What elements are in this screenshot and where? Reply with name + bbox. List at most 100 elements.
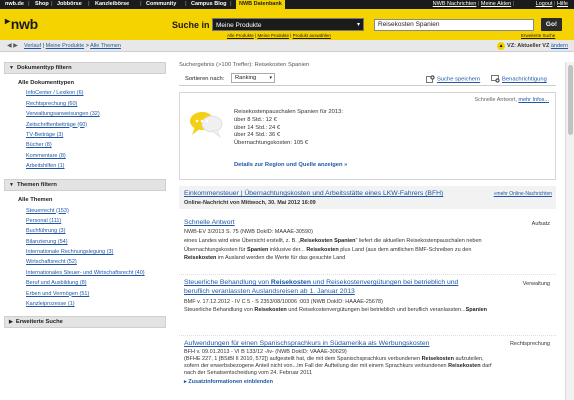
scrollbar[interactable] — [565, 62, 574, 400]
chevron-down-icon: ▾ — [356, 22, 360, 28]
top-nav: nwb.de | Shop | Jobbörse | Kanzleibörse … — [0, 0, 574, 9]
breadcrumb-meine-produkte[interactable]: Meine Produkte — [46, 43, 85, 49]
more-online-news-link[interactable]: »mehr Online-Nachrichten — [494, 191, 552, 197]
doc-filter-item[interactable]: Verwaltungsanweisungen (32) — [4, 107, 166, 117]
topic-filter-item[interactable]: Buchführung (3) — [4, 224, 166, 234]
logo-arrow-icon: ▸ — [5, 16, 10, 27]
scope-links: Alle Produkte | Meine Produkte | Produkt… — [227, 33, 331, 38]
results-heading: Suchergebnis (>100 Treffer): Reisekosten… — [179, 62, 310, 68]
topnav-jobboerse[interactable]: Jobbörse — [57, 0, 82, 9]
notification-button[interactable]: Benachrichtigung — [491, 75, 547, 83]
quick-answer-more-link[interactable]: mehr Infos... — [518, 97, 549, 103]
search-input[interactable]: Reisekosten Spanien — [374, 19, 534, 31]
search-scope-select[interactable]: Meine Produkte ▾ — [212, 18, 364, 31]
topnav-community[interactable]: Community — [146, 0, 176, 9]
result-snippet: eines Landes wird eine Übersicht erstell… — [184, 237, 496, 263]
save-search-button[interactable]: Suche speichern — [426, 75, 480, 83]
highlight-term: Reisekosten — [184, 255, 217, 262]
doc-filter-item[interactable]: TV-Beiträge (3) — [4, 128, 166, 138]
triangle-down-icon: ▼ — [9, 65, 14, 71]
text-fragment: eines Landes wird eine Übersicht erstell… — [184, 238, 301, 244]
topic-filter-item[interactable]: Bilanzierung (54) — [4, 234, 166, 245]
topic-filter-item[interactable]: Steuerrecht (153) — [4, 203, 166, 214]
topnav-nwb-datenbank[interactable]: NWB Datenbank — [236, 0, 285, 9]
breadcrumb-alle-themen[interactable]: Alle Themen — [90, 43, 121, 49]
result-title-link[interactable]: Aufwendungen für einen Spanischsprachkur… — [184, 340, 504, 349]
sort-label: Sortieren nach: — [185, 76, 225, 82]
highlight-term: Reisekosten Spanien — [300, 238, 356, 244]
result-subtitle: Online-Nachricht von Mittwoch, 30. Mai 2… — [184, 200, 316, 206]
help-link[interactable]: Hilfe — [557, 1, 568, 7]
result-meta: BMF v. 17.12.2012 - IV C 5 - S 2353/08/1… — [184, 299, 383, 305]
topic-filter-item[interactable]: Personal (111) — [4, 214, 166, 224]
extended-search-header[interactable]: ▶ Erweiterte Suche — [4, 316, 166, 329]
topic-filter-item[interactable]: Beruf und Ausbildung (8) — [4, 276, 166, 286]
back-forward-arrows-icon[interactable]: ◀ ▶ — [7, 40, 18, 52]
result-snippet: Steuerliche Behandlung von Reisekosten u… — [184, 306, 496, 315]
search-label: Suche in — [172, 20, 210, 30]
topnav-shop[interactable]: Shop — [35, 0, 49, 9]
topic-filter-item[interactable]: Internationales Steuer- und Wirtschaftsr… — [4, 265, 166, 276]
meine-akten-link[interactable]: Meine Akten — [481, 1, 511, 7]
doc-filter-item[interactable]: Kommentare (8) — [4, 148, 166, 159]
topnav-nwb-de[interactable]: nwb.de — [5, 0, 24, 9]
topic-filter-item[interactable]: Erben und Vermögen (51) — [4, 286, 166, 297]
result-title-link[interactable]: Schnelle Antwort — [184, 219, 484, 228]
text-fragment: Steuerliche Behandlung von — [184, 307, 255, 313]
highlight-term: Reisekosten — [270, 279, 311, 286]
doc-filter-item[interactable]: Bücher (8) — [4, 138, 166, 148]
topic-filter-header[interactable]: ▼ Themen filtern — [4, 179, 166, 192]
sort-select[interactable]: Ranking ▾ — [231, 73, 275, 83]
scope-all-products[interactable]: Alle Produkte — [227, 33, 254, 38]
doc-filter-all[interactable]: Alle Dokumenttypen — [4, 74, 166, 86]
header: ▸nwb Suche in Meine Produkte ▾ Alle Produ… — [0, 9, 574, 40]
breadcrumb: ◀ ▶ Verlauf | Meine Produkte > Alle Them… — [0, 40, 574, 52]
save-search-icon — [426, 75, 435, 83]
result-title-link[interactable]: Einkommensteuer | Übernachtungskosten un… — [184, 190, 443, 197]
result-type: Rechtsprechung — [509, 341, 550, 347]
scope-my-products[interactable]: Meine Produkte — [257, 33, 289, 38]
result-type: Verwaltung — [522, 281, 550, 287]
nwb-logo[interactable]: ▸nwb — [5, 16, 38, 32]
result-snippet: (BFHE 227, 1 [BStBl II 2010, 572]) aufge… — [184, 356, 496, 378]
vz-change-link[interactable]: ändern — [551, 43, 568, 49]
topic-filter-item[interactable]: Wirtschaftsrecht (52) — [4, 255, 166, 265]
result-title-link[interactable]: Steuerliche Behandlung von Reisekosten u… — [184, 279, 484, 296]
more-info-link[interactable]: ▸ Zusatzinformationen einblenden — [184, 379, 273, 385]
logout-link[interactable]: Logout — [536, 1, 553, 7]
nwb-nachrichten-link[interactable]: NWB Nachrichten — [433, 1, 477, 7]
vz-icon: ▲ — [497, 41, 506, 50]
result-item: Einkommensteuer | Übernachtungskosten un… — [179, 186, 556, 209]
text-fragment: Aufwendungen für einen Spanischsprachkur… — [184, 340, 430, 347]
result-item: Steuerliche Behandlung von Reisekosten u… — [179, 274, 556, 335]
breadcrumb-verlauf[interactable]: Verlauf — [24, 43, 41, 49]
text-fragment: plus Land (aus dem amtlichen BMF-Schreib… — [338, 246, 472, 253]
topnav-kanzleiboerse[interactable]: Kanzleibörse — [95, 0, 129, 9]
scrollbar-thumb[interactable] — [568, 65, 573, 135]
doc-filter-item[interactable]: InfoCenter / Lexikon (6) — [4, 86, 166, 96]
doc-filter-item[interactable]: Rechtsprechung (60) — [4, 96, 166, 107]
go-button[interactable]: Go! — [541, 18, 562, 31]
results-toolbar: Sortieren nach: Ranking ▾ Suche speichern… — [179, 72, 556, 86]
quick-answer-details-link[interactable]: Details zur Region und Quelle anzeigen » — [234, 162, 347, 168]
topic-filter-item[interactable]: Kanzleiprozesse (1) — [4, 297, 166, 307]
topic-filter-all[interactable]: Alle Themen — [4, 191, 166, 203]
highlight-term: Reisekosten — [254, 307, 287, 313]
topic-filter-item[interactable]: Internationale Rechnungslegung (3) — [4, 245, 166, 255]
text-fragment: im Ausland werden die Werte für das gesu… — [216, 255, 346, 262]
vz-status: ▲ VZ: Aktueller VZ ändern — [497, 41, 568, 50]
advanced-search-link[interactable]: Erweiterte Suche — [521, 33, 555, 38]
scope-select-product[interactable]: Produkt auswählen — [293, 33, 331, 38]
result-item: Schnelle Antwort Aufsatz NWB-EV 3/2013 S… — [179, 217, 556, 274]
doc-filter-item[interactable]: Arbeitshilfen (1) — [4, 159, 166, 169]
highlight-term: Reisekosten — [306, 246, 339, 253]
doc-filter-header[interactable]: ▼ Dokumenttyp filtern — [4, 62, 166, 74]
result-item: Aufwendungen für einen Spanischsprachkur… — [179, 335, 556, 381]
quick-answer-lines: Reisekostenpauschalen Spanien für 2013: … — [234, 109, 343, 147]
topnav-campus-blog[interactable]: Campus Blog — [191, 0, 226, 9]
text-fragment: " liefert die aktuellen — [355, 238, 405, 244]
triangle-right-icon: ▶ — [9, 319, 13, 326]
doc-filter-item[interactable]: Zeitschriftenbeiträge (60) — [4, 117, 166, 128]
filter-sidebar: ▼ Dokumenttyp filtern Alle Dokumenttypen … — [4, 62, 166, 400]
result-type: Aufsatz — [531, 221, 550, 227]
